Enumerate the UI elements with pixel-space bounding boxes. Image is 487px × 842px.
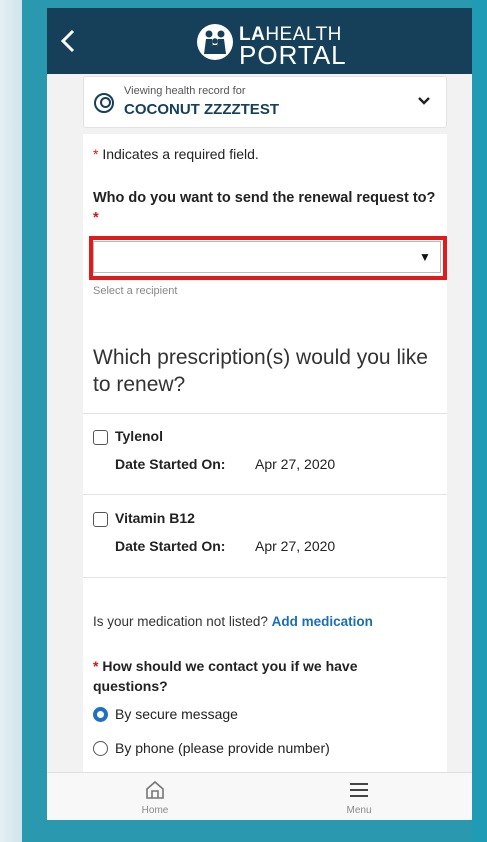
top-navbar: LAHEALTH PORTAL <box>47 8 472 74</box>
chevron-down-icon[interactable] <box>414 91 434 111</box>
contact-question: * How should we contact you if we have q… <box>93 658 358 694</box>
prescriptions-heading: Which prescription(s) would you like to … <box>93 346 428 396</box>
radio-label-secure-message: By secure message <box>115 706 238 722</box>
date-started-value: Apr 27, 2020 <box>255 538 336 554</box>
radio-secure-message[interactable] <box>93 707 108 722</box>
recipient-hint: Select a recipient <box>93 285 178 297</box>
radio-phone[interactable] <box>93 741 108 756</box>
tab-menu[interactable]: Menu <box>329 777 389 820</box>
renewal-form: * Indicates a required field. Who do you… <box>83 134 447 820</box>
medication-name: Tylenol <box>115 428 163 444</box>
bottom-tab-bar: Home Menu <box>47 772 472 820</box>
back-button[interactable] <box>53 24 83 58</box>
tab-menu-label: Menu <box>346 805 372 816</box>
logo-family-icon <box>197 24 233 60</box>
hamburger-menu-icon <box>350 783 368 797</box>
patient-selector[interactable]: Viewing health record for COCONUT ZZZZTE… <box>83 76 447 128</box>
medication-not-listed: Is your medication not listed? Add medic… <box>93 614 373 629</box>
viewing-label: Viewing health record for <box>124 85 246 97</box>
logo-text-bottom: PORTAL <box>239 40 347 70</box>
add-medication-link[interactable]: Add medication <box>272 614 373 629</box>
medication-item: Vitamin B12 Date Started On: Apr 27, 202… <box>93 510 433 570</box>
divider <box>83 494 447 495</box>
divider <box>83 577 447 578</box>
tab-home-label: Home <box>141 805 169 816</box>
recipient-select[interactable]: ▼ <box>93 241 441 273</box>
medication-checkbox[interactable] <box>93 430 108 445</box>
home-icon <box>146 780 164 799</box>
background-right-strip <box>472 0 487 842</box>
user-circle-icon <box>94 93 114 113</box>
divider <box>83 413 447 414</box>
medication-item: Tylenol Date Started On: Apr 27, 2020 <box>93 428 433 488</box>
la-health-portal-logo: LAHEALTH PORTAL <box>197 22 377 70</box>
medication-checkbox[interactable] <box>93 512 108 527</box>
recipient-question: Who do you want to send the renewal requ… <box>93 190 436 226</box>
dropdown-triangle-icon[interactable]: ▼ <box>410 242 440 272</box>
radio-label-phone: By phone (please provide number) <box>115 740 330 756</box>
tab-home[interactable]: Home <box>125 777 185 820</box>
chevron-left-icon <box>60 29 75 53</box>
phone-screen: LAHEALTH PORTAL Viewing health record fo… <box>47 8 472 820</box>
date-started-label: Date Started On: <box>115 456 226 472</box>
date-started-label: Date Started On: <box>115 538 226 554</box>
required-field-note: * Indicates a required field. <box>93 146 259 162</box>
patient-name: COCONUT ZZZZTEST <box>124 101 279 118</box>
medication-name: Vitamin B12 <box>115 510 195 526</box>
date-started-value: Apr 27, 2020 <box>255 456 336 472</box>
